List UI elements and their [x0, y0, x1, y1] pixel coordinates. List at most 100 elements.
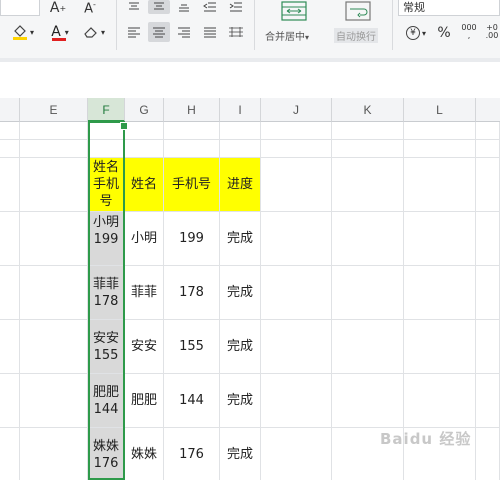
cell[interactable] — [164, 140, 220, 158]
cell[interactable] — [476, 266, 500, 320]
cell[interactable] — [88, 140, 125, 158]
increase-decimal-button[interactable]: +0 .00 — [484, 22, 500, 42]
percent-button[interactable]: % — [434, 24, 454, 42]
corner-cell[interactable] — [0, 98, 20, 122]
decrease-indent-button[interactable] — [200, 0, 220, 14]
cell[interactable] — [404, 158, 476, 212]
name-cell[interactable]: 小明 — [125, 212, 164, 266]
name-cell[interactable]: 安安 — [125, 320, 164, 374]
increase-font-size-button[interactable]: A + — [44, 0, 72, 16]
cell[interactable] — [404, 212, 476, 266]
progress-cell[interactable]: 完成 — [220, 374, 261, 428]
number-format-select[interactable]: 常规 — [398, 0, 500, 16]
cell[interactable] — [476, 428, 500, 480]
justify-button[interactable] — [200, 22, 220, 42]
phone-cell[interactable]: 176 — [164, 428, 220, 480]
currency-button[interactable]: ¥ ▾ — [402, 24, 430, 42]
font-name-box[interactable] — [0, 0, 40, 16]
cell[interactable] — [20, 320, 88, 374]
cell[interactable] — [20, 122, 88, 140]
cell[interactable] — [20, 266, 88, 320]
cell[interactable] — [332, 122, 404, 140]
name-cell[interactable]: 菲菲 — [125, 266, 164, 320]
cell[interactable] — [0, 212, 20, 266]
cell[interactable] — [261, 140, 332, 158]
cell[interactable] — [404, 266, 476, 320]
cell[interactable] — [0, 374, 20, 428]
cell[interactable] — [0, 428, 20, 480]
column-header-m[interactable] — [476, 98, 500, 122]
font-color-button[interactable]: A ▾ — [44, 22, 76, 42]
header-cell-progress[interactable]: 进度 — [220, 158, 261, 212]
cell[interactable] — [20, 140, 88, 158]
align-middle-button[interactable] — [148, 0, 170, 14]
cell[interactable] — [404, 320, 476, 374]
cell[interactable] — [332, 374, 404, 428]
align-bottom-button[interactable] — [174, 0, 194, 14]
cell[interactable] — [20, 374, 88, 428]
cell[interactable] — [261, 158, 332, 212]
phone-cell[interactable]: 199 — [164, 212, 220, 266]
phone-cell[interactable]: 155 — [164, 320, 220, 374]
cell[interactable] — [476, 212, 500, 266]
header-cell-name-phone[interactable]: 姓名 手机 号 — [88, 158, 125, 212]
column-header-g[interactable]: G — [125, 98, 164, 122]
progress-cell[interactable]: 完成 — [220, 212, 261, 266]
header-cell-phone[interactable]: 手机号 — [164, 158, 220, 212]
cell[interactable] — [332, 158, 404, 212]
cell[interactable] — [261, 266, 332, 320]
name-cell[interactable]: 肥肥 — [125, 374, 164, 428]
increase-indent-button[interactable] — [226, 0, 246, 14]
cell[interactable] — [404, 140, 476, 158]
cell[interactable] — [332, 212, 404, 266]
wrap-text-button[interactable]: 自动换行 — [334, 28, 378, 43]
cell[interactable] — [20, 158, 88, 212]
combined-cell[interactable]: 菲菲 178 — [88, 266, 125, 320]
cell[interactable] — [0, 140, 20, 158]
clear-format-button[interactable]: ▾ — [78, 22, 110, 42]
combined-cell[interactable]: 姝姝 176 — [88, 428, 125, 480]
fill-handle[interactable] — [120, 122, 128, 130]
decrease-font-size-button[interactable]: A- — [76, 0, 104, 16]
cell[interactable] — [332, 320, 404, 374]
cell[interactable] — [0, 122, 20, 140]
align-left-button[interactable] — [124, 22, 144, 42]
phone-cell[interactable]: 144 — [164, 374, 220, 428]
cell[interactable] — [476, 374, 500, 428]
merge-center-icon-button[interactable] — [280, 0, 308, 22]
cell[interactable] — [404, 122, 476, 140]
cell[interactable] — [20, 212, 88, 266]
header-cell-name[interactable]: 姓名 — [125, 158, 164, 212]
align-top-button[interactable] — [124, 0, 144, 14]
cell[interactable] — [0, 320, 20, 374]
distributed-button[interactable] — [226, 22, 246, 42]
cell[interactable] — [261, 122, 332, 140]
cell[interactable] — [220, 140, 261, 158]
cell[interactable] — [476, 320, 500, 374]
cell[interactable] — [332, 266, 404, 320]
combined-cell[interactable]: 小明 199 — [88, 212, 125, 266]
cell[interactable] — [20, 428, 88, 480]
formula-bar-area[interactable] — [0, 62, 500, 99]
cell[interactable] — [220, 122, 261, 140]
thousands-separator-button[interactable]: 000 , — [458, 22, 480, 42]
cell[interactable] — [476, 122, 500, 140]
cell[interactable] — [0, 158, 20, 212]
cell[interactable] — [404, 374, 476, 428]
column-header-k[interactable]: K — [332, 98, 404, 122]
cell[interactable] — [125, 122, 164, 140]
name-cell[interactable]: 姝姝 — [125, 428, 164, 480]
merge-center-button[interactable]: 合并居中▾ — [265, 28, 309, 43]
progress-cell[interactable]: 完成 — [220, 266, 261, 320]
spreadsheet-grid[interactable]: 姓名 手机 号 姓名 手机号 进度 小明 199 小明 199 完成 菲菲 17… — [0, 122, 500, 480]
cell[interactable] — [476, 140, 500, 158]
cell[interactable] — [261, 320, 332, 374]
column-header-j[interactable]: J — [261, 98, 332, 122]
align-right-button[interactable] — [174, 22, 194, 42]
column-header-l[interactable]: L — [404, 98, 476, 122]
cell[interactable] — [476, 158, 500, 212]
cell[interactable] — [0, 266, 20, 320]
phone-cell[interactable]: 178 — [164, 266, 220, 320]
fill-color-button[interactable]: ▾ — [6, 22, 40, 42]
column-header-i[interactable]: I — [220, 98, 261, 122]
